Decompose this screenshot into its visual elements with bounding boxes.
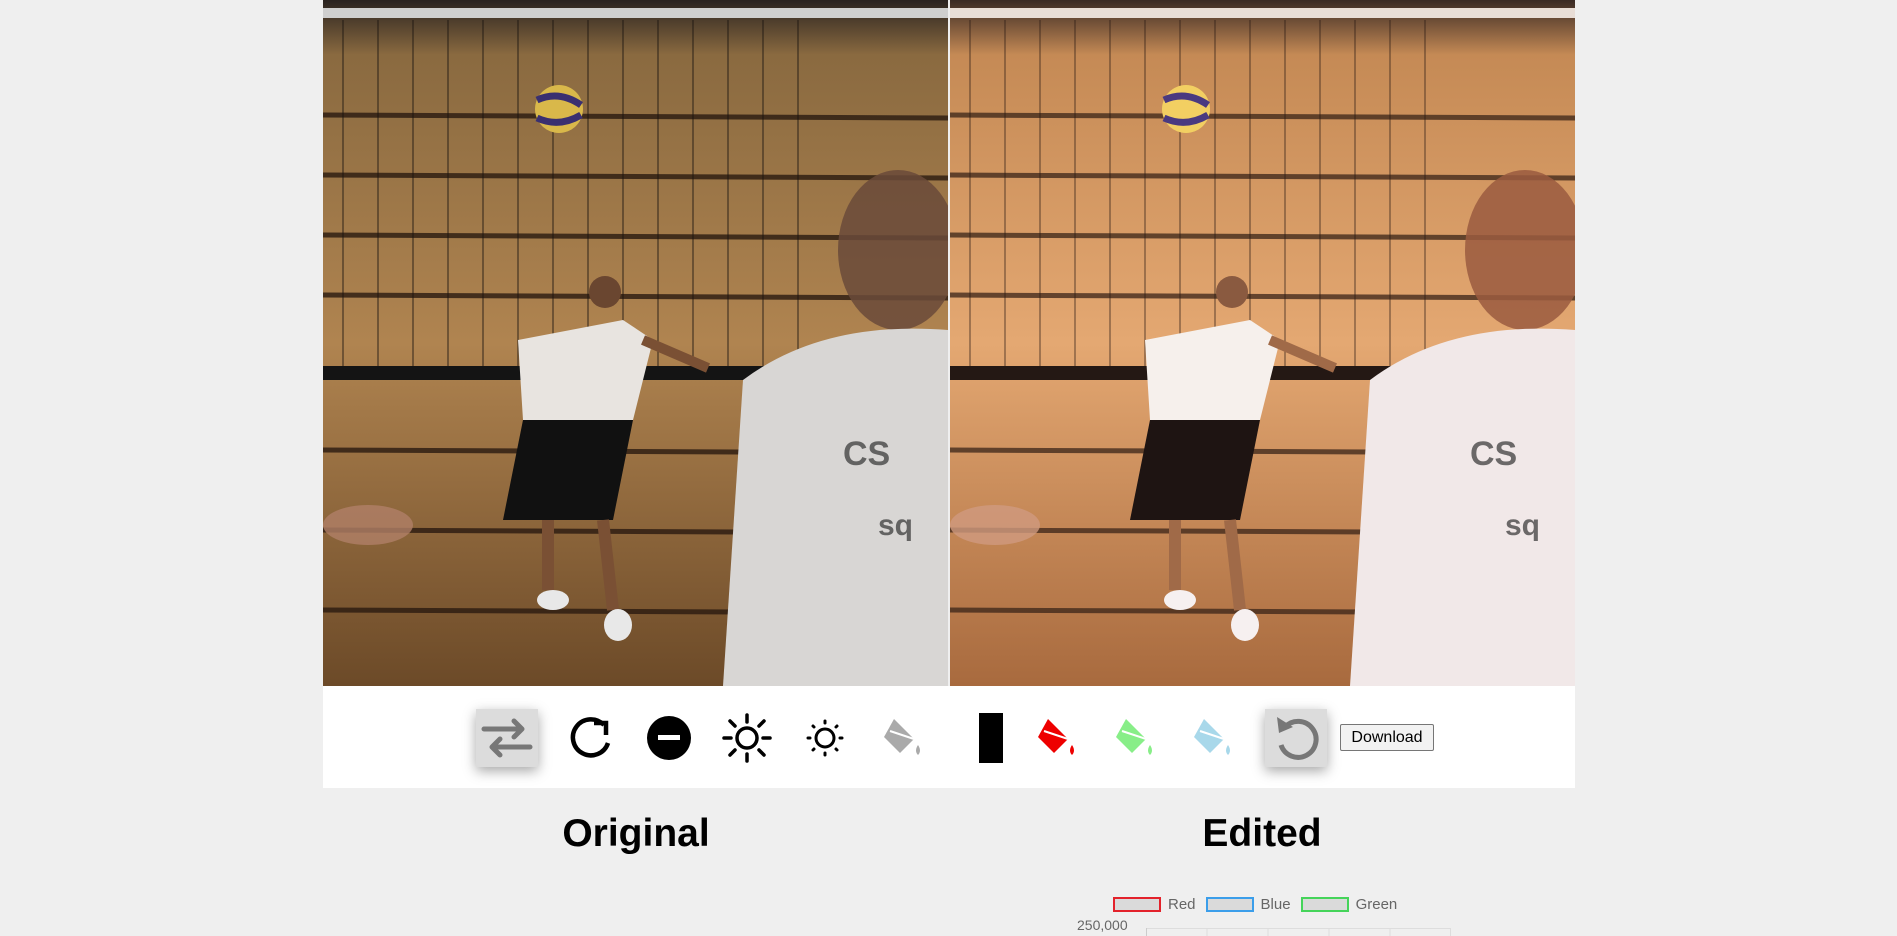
svg-text:CS: CS	[843, 435, 890, 473]
original-label: Original	[562, 812, 710, 855]
edited-label: Edited	[1202, 812, 1322, 855]
brightness-up-icon[interactable]	[716, 709, 778, 767]
svg-text:sq: sq	[878, 509, 913, 542]
invert-icon[interactable]	[638, 709, 700, 767]
download-button[interactable]: Download	[1340, 724, 1434, 751]
green-fill-icon[interactable]	[1104, 709, 1166, 767]
grayscale-fill-icon[interactable]	[872, 709, 934, 767]
undo-icon[interactable]	[1265, 709, 1327, 767]
histogram-grid	[1146, 928, 1451, 936]
legend-blue[interactable]: Blue	[1205, 896, 1291, 913]
edited-image: CS sq	[950, 0, 1575, 686]
rotate-icon[interactable]	[560, 709, 622, 767]
legend-green-label: Green	[1355, 896, 1398, 913]
blue-fill-icon[interactable]	[1182, 709, 1244, 767]
legend-red-swatch	[1113, 897, 1161, 912]
svg-text:sq: sq	[1505, 509, 1540, 542]
red-fill-icon[interactable]	[1026, 709, 1088, 767]
svg-text:CS: CS	[1470, 435, 1517, 473]
image-comparison: CS sq CS sq	[323, 0, 1575, 686]
legend-blue-swatch	[1205, 897, 1254, 912]
swap-icon[interactable]	[476, 709, 538, 767]
legend-red[interactable]: Red	[1113, 896, 1196, 913]
editor-toolbar: Download	[323, 686, 1575, 788]
legend-green[interactable]: Green	[1300, 896, 1398, 913]
black-white-icon[interactable]	[960, 709, 1022, 767]
histogram-legend: Red Blue Green	[1113, 896, 1407, 913]
original-image: CS sq	[323, 0, 948, 686]
legend-green-swatch	[1300, 897, 1349, 912]
brightness-down-icon[interactable]	[794, 709, 856, 767]
legend-red-label: Red	[1168, 896, 1196, 913]
legend-blue-label: Blue	[1260, 896, 1291, 913]
histogram-y-tick: 250,000	[1077, 917, 1128, 933]
